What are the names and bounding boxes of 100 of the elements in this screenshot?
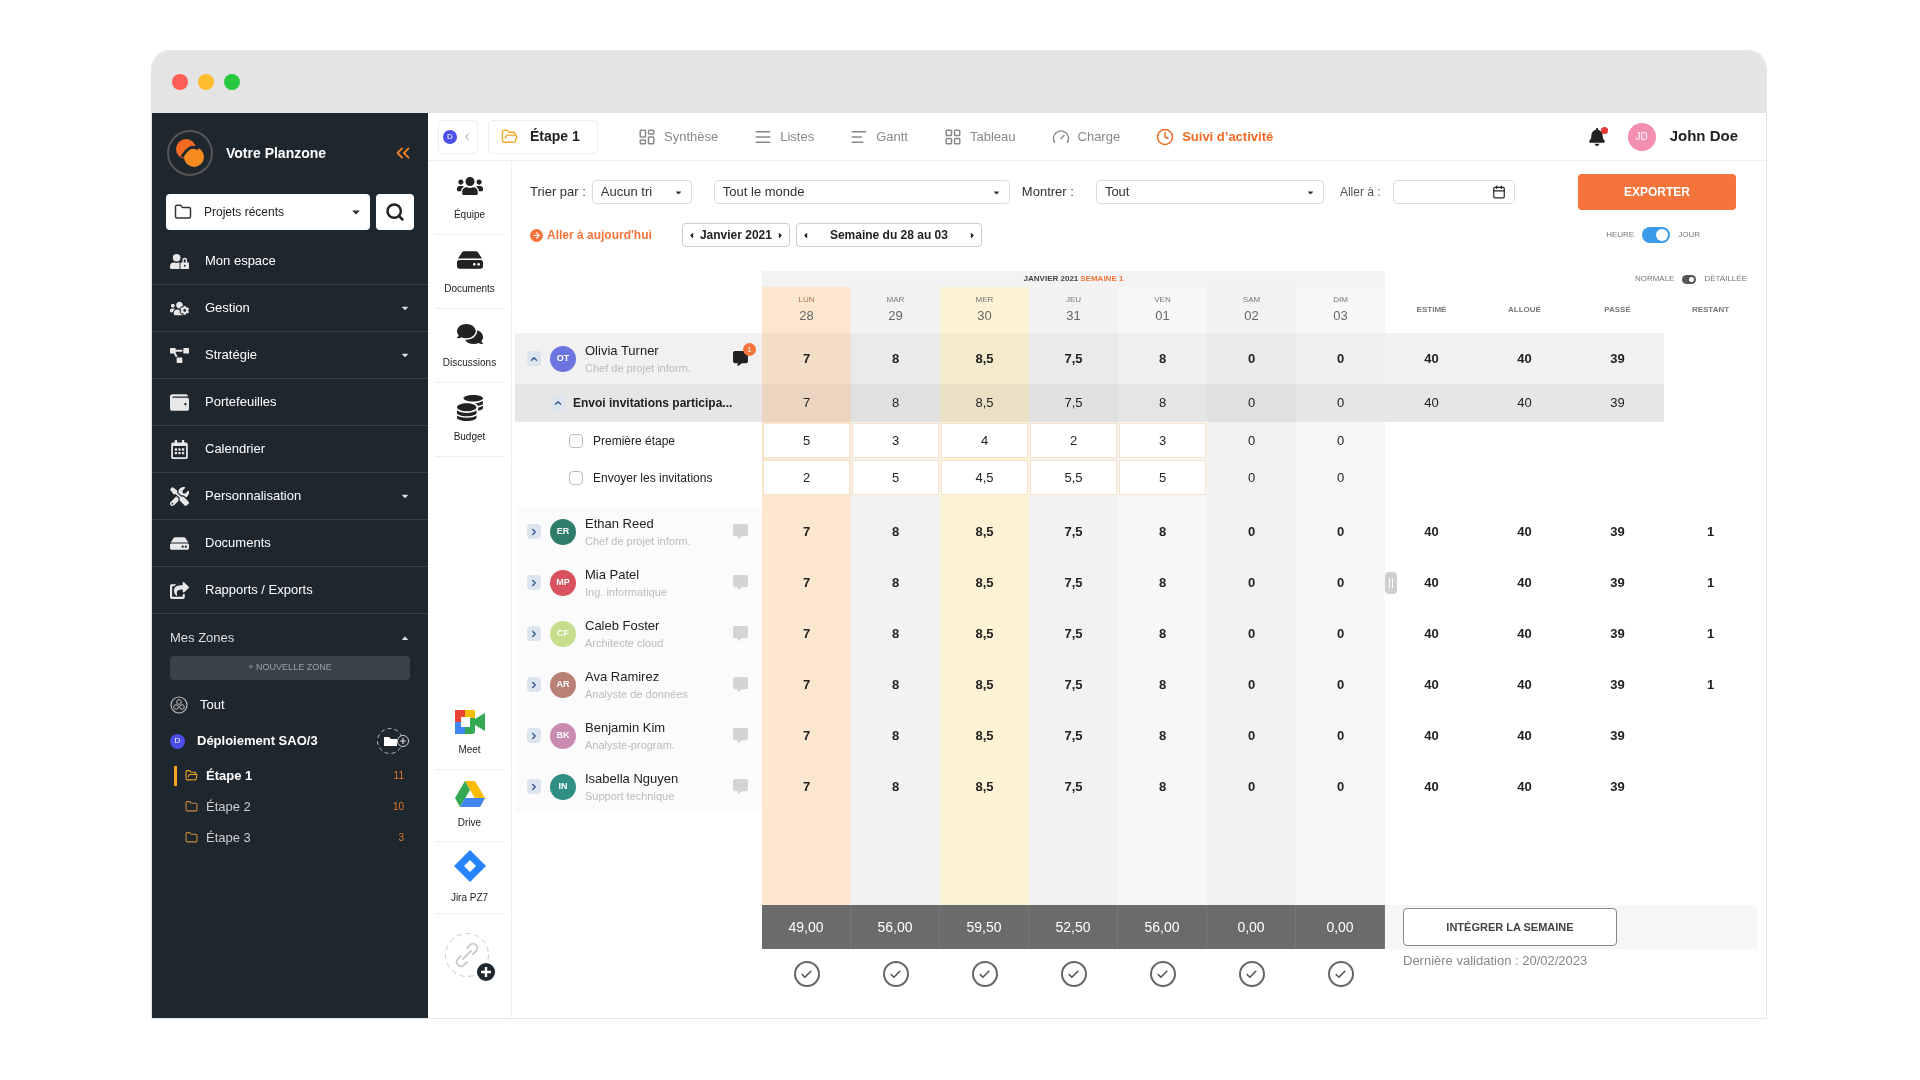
tool-item[interactable]: Équipe <box>434 161 505 235</box>
table-cell-text: 39 <box>1609 573 1626 592</box>
hours-input[interactable]: 2 <box>1030 423 1117 458</box>
toggle-switch[interactable] <box>1682 274 1697 284</box>
hours-input[interactable]: 3 <box>852 423 939 458</box>
date-field[interactable] <box>1392 180 1515 204</box>
sidebar-item[interactable]: Rapports / Exports <box>152 567 428 614</box>
table-cell-text: 1 <box>1706 573 1715 592</box>
search-button[interactable] <box>376 194 414 230</box>
zone-item[interactable]: Déploiement SAO/3 <box>197 731 364 751</box>
view-tab[interactable]: Tableau <box>943 126 1016 147</box>
add-folder-icon[interactable] <box>376 727 410 755</box>
people-dropdown[interactable]: Tout le monde <box>713 180 1010 204</box>
folder-count: 10 <box>392 800 404 814</box>
view-tab[interactable]: Listes <box>754 126 815 147</box>
hours-cell: 8 <box>851 659 940 710</box>
hours-input[interactable]: 5 <box>763 423 850 458</box>
sidebar-item[interactable]: Gestion <box>152 285 428 332</box>
hours-input[interactable]: 4 <box>941 423 1028 458</box>
hours-input[interactable]: 3 <box>1119 423 1206 458</box>
sort-dropdown[interactable]: Aucun tri <box>591 180 692 204</box>
month-label: JANVIER 2021 <box>1023 273 1079 285</box>
avatar: IN <box>550 773 576 800</box>
check-icon <box>1067 967 1080 981</box>
expand-button[interactable] <box>527 677 541 692</box>
hours-cell: 7,5 <box>1029 506 1118 557</box>
hours-input[interactable]: 5 <box>852 460 939 495</box>
expand-button[interactable] <box>527 524 541 539</box>
integration-item[interactable]: Jira PZ7 <box>434 842 505 914</box>
chevron-right-icon <box>529 577 539 588</box>
hours-input[interactable]: 0 <box>1297 423 1384 458</box>
hours-cell: 0 <box>1296 608 1385 659</box>
expand-button[interactable] <box>527 779 541 794</box>
bell-icon[interactable] <box>1587 127 1606 146</box>
table-cell-text: 40 <box>1516 624 1533 643</box>
open-folder-icon <box>501 128 518 145</box>
tool-item[interactable]: Discussions <box>434 309 505 383</box>
hours-input[interactable]: 5 <box>1119 460 1206 495</box>
hours-input[interactable]: 0 <box>1208 460 1295 495</box>
hours-cell: 7,5 <box>1029 761 1118 812</box>
hours-input[interactable]: 2 <box>763 460 850 495</box>
view-tab[interactable]: Synthèse <box>638 126 719 147</box>
workspace-switcher[interactable]: D <box>438 119 478 154</box>
total-cell: 0,00 <box>1296 905 1385 949</box>
hours-cell: 8 <box>851 710 940 761</box>
comment-icon[interactable] <box>733 351 748 366</box>
sidebar-item[interactable]: Calendrier <box>152 426 428 473</box>
sidebar-item[interactable]: Mon espace <box>152 238 428 285</box>
hours-input[interactable]: 4,5 <box>941 460 1028 495</box>
person-name: Ethan Reed <box>585 514 655 533</box>
integration-item[interactable]: Meet <box>434 698 505 770</box>
hours-cell: 8 <box>851 608 940 659</box>
collapse-button[interactable] <box>551 395 565 411</box>
toggle-switch[interactable] <box>1642 227 1671 243</box>
folder-item[interactable]: Étape 2 <box>206 796 385 817</box>
sidebar-item[interactable]: Personnalisation <box>152 473 428 520</box>
table-cell-text: 40 <box>1424 624 1439 643</box>
hours-input[interactable]: 5,5 <box>1030 460 1117 495</box>
user-lock-icon <box>170 251 189 271</box>
avatar: ER <box>550 518 576 545</box>
folder-item[interactable]: Étape 1 <box>206 765 386 786</box>
folder-item[interactable]: Étape 3 <box>206 827 391 848</box>
chevron-right-icon <box>529 730 539 741</box>
show-dropdown[interactable]: Tout <box>1095 180 1324 204</box>
tool-item[interactable]: Documents <box>434 235 505 309</box>
hours-cell: 7 <box>762 506 851 557</box>
day-header: LUN 28 <box>762 287 851 333</box>
week-picker[interactable]: Semaine du 28 au 03 <box>795 223 982 247</box>
sidebar-item[interactable]: Portefeuilles <box>152 379 428 426</box>
hours-cell: 0 <box>1296 710 1385 761</box>
expand-button[interactable] <box>527 626 541 641</box>
month-picker[interactable]: Janvier 2021 <box>681 223 790 247</box>
view-tab[interactable]: Gantt <box>850 126 908 147</box>
expand-button[interactable] <box>527 575 541 590</box>
hours-cell: 8,5 <box>940 333 1029 384</box>
integrate-week-button[interactable]: INTÉGRER LA SEMAINE <box>1403 908 1617 946</box>
check-icon <box>889 967 902 981</box>
project-picker[interactable]: Projets récents <box>166 194 371 230</box>
hours-input[interactable]: 0 <box>1208 423 1295 458</box>
selection-bar <box>174 765 177 786</box>
new-zone-button[interactable]: + NOUVELLE ZONE <box>170 656 410 680</box>
checkbox[interactable] <box>569 433 583 448</box>
add-link-icon[interactable] <box>443 932 496 982</box>
current-phase-tab[interactable]: Étape 1 <box>488 119 598 154</box>
tool-item[interactable]: Budget <box>434 383 505 457</box>
hours-cell: 7,5 <box>1029 659 1118 710</box>
collapse-button[interactable] <box>527 351 541 366</box>
toggle-label: DÉTAILLÉE <box>1704 273 1747 285</box>
hours-cell: 8 <box>1118 608 1207 659</box>
zone-item[interactable]: Tout <box>200 695 225 715</box>
hours-input[interactable]: 0 <box>1297 460 1384 495</box>
table-cell-text: 40 <box>1424 726 1439 745</box>
resize-handle[interactable] <box>1385 571 1397 594</box>
view-tab[interactable]: Charge <box>1051 126 1121 147</box>
integration-item[interactable]: Drive <box>434 770 505 842</box>
expand-button[interactable] <box>527 728 541 743</box>
section-title: Mes Zones <box>170 629 236 648</box>
checkbox[interactable] <box>569 470 583 485</box>
hours-cell: 7,5 <box>1029 557 1118 608</box>
sidebar-item[interactable]: Documents <box>152 520 428 567</box>
